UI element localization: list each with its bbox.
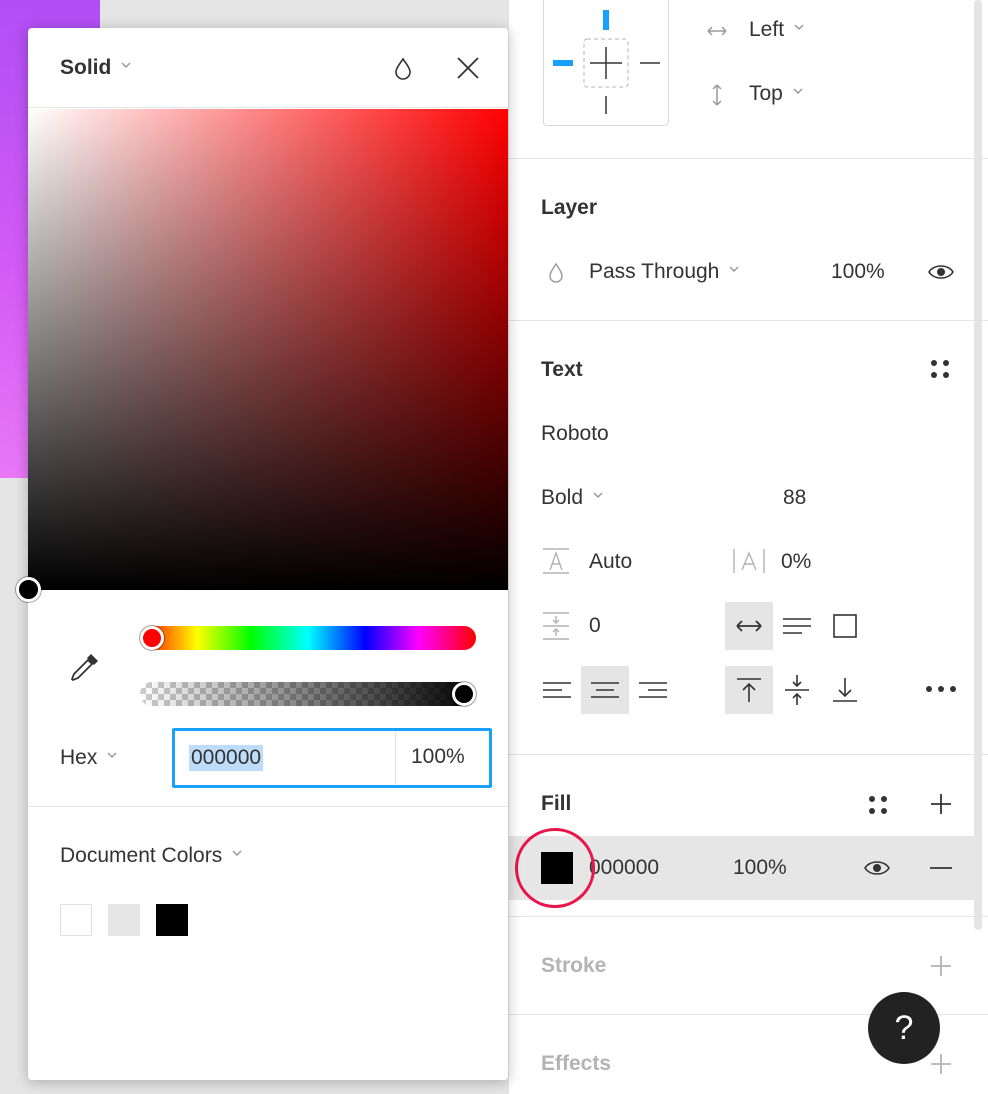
paragraph-spacing-icon	[543, 612, 569, 640]
document-colors-select[interactable]: Document Colors	[60, 844, 242, 868]
properties-panel: Left Top Layer Pass Through 100% Text Ro…	[508, 0, 988, 1094]
align-left-icon	[543, 682, 571, 698]
color-picker-header: Solid	[28, 28, 508, 108]
font-weight-value: Bold	[541, 486, 584, 509]
align-top-icon	[737, 678, 761, 702]
chevron-down-icon	[121, 62, 131, 69]
letter-spacing-icon	[733, 549, 765, 573]
font-size-input[interactable]: 88	[783, 486, 806, 510]
saturation-brightness-area[interactable]	[28, 109, 508, 590]
align-top-button[interactable]	[725, 666, 773, 714]
panel-scrollbar[interactable]	[974, 0, 982, 930]
remove-fill-icon[interactable]	[929, 866, 953, 870]
divider	[509, 158, 988, 159]
chevron-down-icon	[729, 266, 739, 273]
constraints-widget[interactable]	[543, 0, 669, 126]
blend-mode-select[interactable]: Pass Through	[589, 260, 739, 284]
chevron-down-icon	[793, 88, 803, 95]
paint-type-select[interactable]: Solid	[60, 56, 131, 80]
paragraph-spacing-input[interactable]: 0	[589, 614, 601, 638]
align-bottom-button[interactable]	[821, 666, 869, 714]
eye-icon[interactable]	[863, 858, 891, 878]
text-section-title: Text	[541, 358, 583, 381]
horizontal-constraint-select[interactable]: Left	[749, 18, 804, 42]
help-button-label: ?	[894, 1008, 914, 1047]
hue-slider-knob[interactable]	[140, 626, 164, 650]
help-button[interactable]: ?	[868, 992, 940, 1064]
line-height-input[interactable]: Auto	[589, 550, 632, 574]
align-middle-icon	[785, 675, 809, 705]
paint-type-value: Solid	[60, 56, 112, 79]
fixed-size-button[interactable]	[821, 602, 869, 650]
eye-icon[interactable]	[927, 262, 955, 282]
divider	[509, 320, 988, 321]
auto-height-icon	[783, 618, 811, 634]
effects-section-title: Effects	[541, 1052, 612, 1075]
document-colors-label: Document Colors	[60, 844, 223, 867]
layer-opacity-input[interactable]: 100%	[831, 260, 885, 284]
align-middle-button[interactable]	[773, 666, 821, 714]
align-center-button[interactable]	[581, 666, 629, 714]
fixed-size-icon	[833, 614, 857, 638]
letter-spacing-input[interactable]: 0%	[781, 550, 811, 574]
stroke-section-title: Stroke	[541, 954, 607, 977]
text-styles-grid-icon[interactable]	[929, 358, 951, 380]
divider	[509, 916, 988, 917]
color-model-select[interactable]: Hex	[60, 746, 117, 770]
document-color-swatch[interactable]	[156, 904, 188, 936]
align-right-icon	[639, 682, 667, 698]
divider	[28, 806, 508, 807]
font-weight-select[interactable]: Bold	[541, 486, 603, 510]
hue-slider[interactable]	[140, 626, 476, 650]
align-bottom-icon	[833, 678, 857, 702]
font-family-select[interactable]: Roboto	[541, 422, 609, 446]
layer-section-title: Layer	[541, 196, 598, 219]
hex-divider	[395, 731, 396, 785]
opacity-slider[interactable]	[140, 682, 476, 706]
vertical-constraint-select[interactable]: Top	[749, 82, 803, 106]
eyedropper-icon[interactable]	[68, 650, 102, 684]
opacity-slider-knob[interactable]	[452, 682, 476, 706]
chevron-down-icon	[794, 24, 804, 31]
fill-opacity-value[interactable]: 100%	[733, 856, 787, 880]
vertical-constraint-value: Top	[749, 82, 783, 105]
hex-input-group: 000000 100%	[172, 728, 492, 788]
vertical-constraint-icon	[712, 84, 722, 106]
chevron-down-icon	[232, 850, 242, 857]
close-icon[interactable]	[456, 56, 480, 80]
more-options-icon[interactable]	[925, 684, 957, 694]
align-right-button[interactable]	[629, 666, 677, 714]
color-model-value: Hex	[60, 746, 98, 769]
color-picker-handle[interactable]	[16, 577, 41, 602]
add-effect-icon[interactable]	[929, 1052, 953, 1076]
auto-height-button[interactable]	[773, 602, 821, 650]
fill-styles-grid-icon[interactable]	[867, 794, 889, 816]
fill-section-title: Fill	[541, 792, 572, 815]
blend-mode-value: Pass Through	[589, 260, 720, 283]
blend-mode-icon[interactable]	[392, 56, 414, 82]
alpha-input[interactable]: 100%	[411, 745, 465, 769]
document-color-swatch[interactable]	[108, 904, 140, 936]
color-picker-popover: Solid Hex 000000 100% Document Colors	[16, 28, 508, 1080]
horizontal-constraint-icon	[707, 26, 727, 36]
horizontal-constraint-value: Left	[749, 18, 785, 41]
fill-color-swatch[interactable]	[541, 852, 573, 884]
constraints-diagram-icon	[553, 10, 660, 114]
line-height-icon	[543, 548, 569, 574]
add-stroke-icon[interactable]	[929, 954, 953, 978]
fill-hex-value[interactable]: 000000	[589, 856, 659, 880]
chevron-down-icon	[593, 492, 603, 499]
hex-input[interactable]: 000000	[189, 745, 264, 771]
document-color-swatch[interactable]	[60, 904, 92, 936]
fill-row[interactable]: 000000 100%	[509, 836, 979, 900]
divider	[509, 754, 988, 755]
align-left-button[interactable]	[533, 666, 581, 714]
align-center-icon	[591, 682, 619, 698]
blend-mode-drop-icon	[549, 262, 563, 283]
auto-width-button[interactable]	[725, 602, 773, 650]
chevron-down-icon	[107, 752, 117, 759]
auto-width-icon	[736, 620, 762, 632]
add-fill-icon[interactable]	[929, 792, 953, 816]
